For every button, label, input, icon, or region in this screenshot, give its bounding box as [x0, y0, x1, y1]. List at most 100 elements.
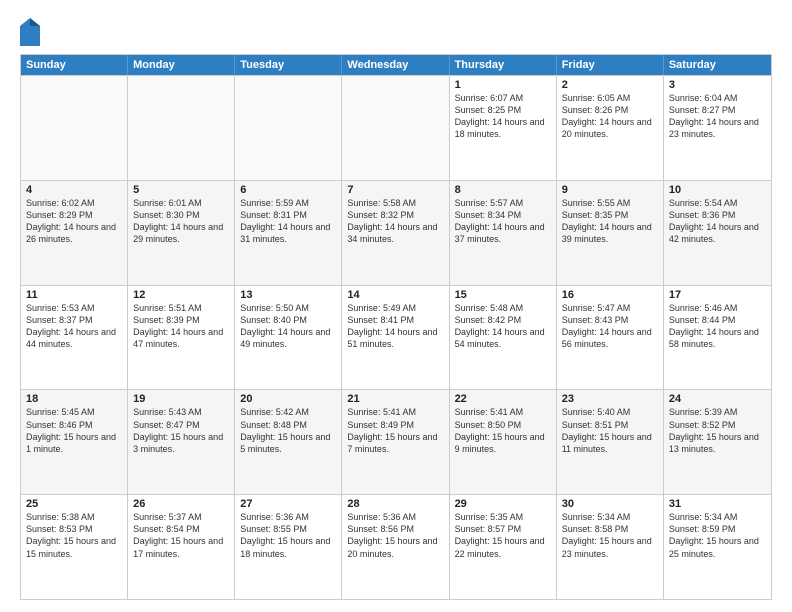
- calendar-cell: 16Sunrise: 5:47 AMSunset: 8:43 PMDayligh…: [557, 286, 664, 390]
- calendar-cell: 8Sunrise: 5:57 AMSunset: 8:34 PMDaylight…: [450, 181, 557, 285]
- day-number: 29: [455, 498, 551, 510]
- calendar-cell: 3Sunrise: 6:04 AMSunset: 8:27 PMDaylight…: [664, 76, 771, 180]
- day-number: 15: [455, 289, 551, 301]
- cell-info: Sunrise: 5:57 AMSunset: 8:34 PMDaylight:…: [455, 197, 551, 246]
- calendar-row-3: 18Sunrise: 5:45 AMSunset: 8:46 PMDayligh…: [21, 389, 771, 494]
- cell-info: Sunrise: 6:05 AMSunset: 8:26 PMDaylight:…: [562, 92, 658, 141]
- cell-info: Sunrise: 5:46 AMSunset: 8:44 PMDaylight:…: [669, 302, 766, 351]
- calendar-row-4: 25Sunrise: 5:38 AMSunset: 8:53 PMDayligh…: [21, 494, 771, 599]
- cell-info: Sunrise: 5:36 AMSunset: 8:55 PMDaylight:…: [240, 511, 336, 560]
- calendar-cell: 17Sunrise: 5:46 AMSunset: 8:44 PMDayligh…: [664, 286, 771, 390]
- day-number: 25: [26, 498, 122, 510]
- cell-info: Sunrise: 5:41 AMSunset: 8:49 PMDaylight:…: [347, 406, 443, 455]
- cell-info: Sunrise: 5:34 AMSunset: 8:59 PMDaylight:…: [669, 511, 766, 560]
- calendar-cell: 30Sunrise: 5:34 AMSunset: 8:58 PMDayligh…: [557, 495, 664, 599]
- calendar-cell: [128, 76, 235, 180]
- cell-info: Sunrise: 5:37 AMSunset: 8:54 PMDaylight:…: [133, 511, 229, 560]
- day-number: 19: [133, 393, 229, 405]
- day-number: 1: [455, 79, 551, 91]
- day-number: 13: [240, 289, 336, 301]
- header-day-saturday: Saturday: [664, 55, 771, 75]
- day-number: 11: [26, 289, 122, 301]
- day-number: 24: [669, 393, 766, 405]
- calendar-body: 1Sunrise: 6:07 AMSunset: 8:25 PMDaylight…: [21, 75, 771, 599]
- cell-info: Sunrise: 5:48 AMSunset: 8:42 PMDaylight:…: [455, 302, 551, 351]
- day-number: 14: [347, 289, 443, 301]
- cell-info: Sunrise: 5:50 AMSunset: 8:40 PMDaylight:…: [240, 302, 336, 351]
- calendar-cell: 5Sunrise: 6:01 AMSunset: 8:30 PMDaylight…: [128, 181, 235, 285]
- calendar-row-0: 1Sunrise: 6:07 AMSunset: 8:25 PMDaylight…: [21, 75, 771, 180]
- calendar-cell: 14Sunrise: 5:49 AMSunset: 8:41 PMDayligh…: [342, 286, 449, 390]
- calendar-cell: 4Sunrise: 6:02 AMSunset: 8:29 PMDaylight…: [21, 181, 128, 285]
- header-day-thursday: Thursday: [450, 55, 557, 75]
- calendar-cell: 13Sunrise: 5:50 AMSunset: 8:40 PMDayligh…: [235, 286, 342, 390]
- day-number: 18: [26, 393, 122, 405]
- day-number: 30: [562, 498, 658, 510]
- calendar-cell: 7Sunrise: 5:58 AMSunset: 8:32 PMDaylight…: [342, 181, 449, 285]
- day-number: 8: [455, 184, 551, 196]
- cell-info: Sunrise: 6:07 AMSunset: 8:25 PMDaylight:…: [455, 92, 551, 141]
- calendar-cell: 19Sunrise: 5:43 AMSunset: 8:47 PMDayligh…: [128, 390, 235, 494]
- day-number: 26: [133, 498, 229, 510]
- day-number: 28: [347, 498, 443, 510]
- calendar-cell: 25Sunrise: 5:38 AMSunset: 8:53 PMDayligh…: [21, 495, 128, 599]
- cell-info: Sunrise: 5:54 AMSunset: 8:36 PMDaylight:…: [669, 197, 766, 246]
- cell-info: Sunrise: 5:35 AMSunset: 8:57 PMDaylight:…: [455, 511, 551, 560]
- cell-info: Sunrise: 5:38 AMSunset: 8:53 PMDaylight:…: [26, 511, 122, 560]
- cell-info: Sunrise: 5:34 AMSunset: 8:58 PMDaylight:…: [562, 511, 658, 560]
- calendar-cell: 24Sunrise: 5:39 AMSunset: 8:52 PMDayligh…: [664, 390, 771, 494]
- day-number: 5: [133, 184, 229, 196]
- cell-info: Sunrise: 5:43 AMSunset: 8:47 PMDaylight:…: [133, 406, 229, 455]
- calendar-cell: 29Sunrise: 5:35 AMSunset: 8:57 PMDayligh…: [450, 495, 557, 599]
- cell-info: Sunrise: 5:51 AMSunset: 8:39 PMDaylight:…: [133, 302, 229, 351]
- calendar-cell: 9Sunrise: 5:55 AMSunset: 8:35 PMDaylight…: [557, 181, 664, 285]
- calendar-cell: 15Sunrise: 5:48 AMSunset: 8:42 PMDayligh…: [450, 286, 557, 390]
- calendar-row-2: 11Sunrise: 5:53 AMSunset: 8:37 PMDayligh…: [21, 285, 771, 390]
- cell-info: Sunrise: 5:58 AMSunset: 8:32 PMDaylight:…: [347, 197, 443, 246]
- day-number: 17: [669, 289, 766, 301]
- cell-info: Sunrise: 5:47 AMSunset: 8:43 PMDaylight:…: [562, 302, 658, 351]
- calendar-cell: 21Sunrise: 5:41 AMSunset: 8:49 PMDayligh…: [342, 390, 449, 494]
- cell-info: Sunrise: 5:45 AMSunset: 8:46 PMDaylight:…: [26, 406, 122, 455]
- cell-info: Sunrise: 5:36 AMSunset: 8:56 PMDaylight:…: [347, 511, 443, 560]
- day-number: 31: [669, 498, 766, 510]
- day-number: 2: [562, 79, 658, 91]
- calendar-cell: 22Sunrise: 5:41 AMSunset: 8:50 PMDayligh…: [450, 390, 557, 494]
- page: SundayMondayTuesdayWednesdayThursdayFrid…: [0, 0, 792, 612]
- calendar-cell: [235, 76, 342, 180]
- logo: [20, 18, 42, 46]
- calendar-cell: 12Sunrise: 5:51 AMSunset: 8:39 PMDayligh…: [128, 286, 235, 390]
- day-number: 9: [562, 184, 658, 196]
- cell-info: Sunrise: 5:49 AMSunset: 8:41 PMDaylight:…: [347, 302, 443, 351]
- cell-info: Sunrise: 5:41 AMSunset: 8:50 PMDaylight:…: [455, 406, 551, 455]
- day-number: 27: [240, 498, 336, 510]
- day-number: 6: [240, 184, 336, 196]
- calendar-cell: 1Sunrise: 6:07 AMSunset: 8:25 PMDaylight…: [450, 76, 557, 180]
- day-number: 10: [669, 184, 766, 196]
- calendar: SundayMondayTuesdayWednesdayThursdayFrid…: [20, 54, 772, 600]
- calendar-cell: 27Sunrise: 5:36 AMSunset: 8:55 PMDayligh…: [235, 495, 342, 599]
- cell-info: Sunrise: 5:55 AMSunset: 8:35 PMDaylight:…: [562, 197, 658, 246]
- cell-info: Sunrise: 6:02 AMSunset: 8:29 PMDaylight:…: [26, 197, 122, 246]
- calendar-cell: 6Sunrise: 5:59 AMSunset: 8:31 PMDaylight…: [235, 181, 342, 285]
- cell-info: Sunrise: 5:39 AMSunset: 8:52 PMDaylight:…: [669, 406, 766, 455]
- day-number: 20: [240, 393, 336, 405]
- cell-info: Sunrise: 5:59 AMSunset: 8:31 PMDaylight:…: [240, 197, 336, 246]
- cell-info: Sunrise: 5:53 AMSunset: 8:37 PMDaylight:…: [26, 302, 122, 351]
- calendar-cell: 31Sunrise: 5:34 AMSunset: 8:59 PMDayligh…: [664, 495, 771, 599]
- calendar-cell: [21, 76, 128, 180]
- day-number: 4: [26, 184, 122, 196]
- header-day-wednesday: Wednesday: [342, 55, 449, 75]
- calendar-cell: 2Sunrise: 6:05 AMSunset: 8:26 PMDaylight…: [557, 76, 664, 180]
- day-number: 22: [455, 393, 551, 405]
- calendar-cell: 18Sunrise: 5:45 AMSunset: 8:46 PMDayligh…: [21, 390, 128, 494]
- calendar-cell: 28Sunrise: 5:36 AMSunset: 8:56 PMDayligh…: [342, 495, 449, 599]
- cell-info: Sunrise: 6:01 AMSunset: 8:30 PMDaylight:…: [133, 197, 229, 246]
- header-day-tuesday: Tuesday: [235, 55, 342, 75]
- calendar-header: SundayMondayTuesdayWednesdayThursdayFrid…: [21, 55, 771, 75]
- calendar-cell: 10Sunrise: 5:54 AMSunset: 8:36 PMDayligh…: [664, 181, 771, 285]
- calendar-cell: 26Sunrise: 5:37 AMSunset: 8:54 PMDayligh…: [128, 495, 235, 599]
- header: [20, 18, 772, 46]
- calendar-cell: 23Sunrise: 5:40 AMSunset: 8:51 PMDayligh…: [557, 390, 664, 494]
- day-number: 16: [562, 289, 658, 301]
